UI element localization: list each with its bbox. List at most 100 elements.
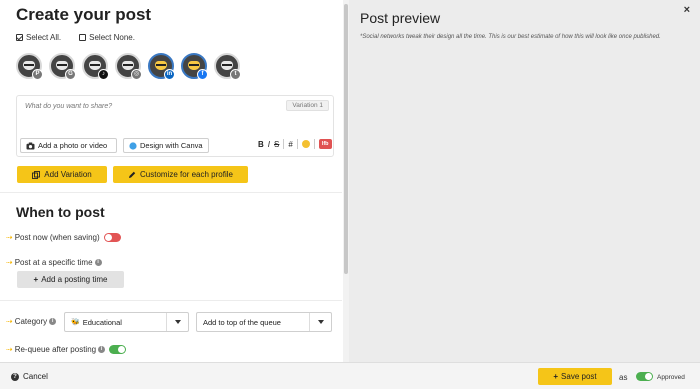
- lfb-button[interactable]: lfb: [318, 139, 332, 149]
- format-toolbar: B I S # lfb: [258, 139, 332, 149]
- page-title: Create your post: [16, 5, 152, 24]
- arrow-icon: ⇢: [6, 233, 13, 242]
- profile-avatar-6[interactable]: f: [181, 53, 208, 80]
- select-all-button[interactable]: Select All.: [16, 33, 61, 42]
- add-photo-button[interactable]: Add a photo or video: [20, 138, 117, 153]
- requeue-option: ⇢ Re-queue after posting i: [6, 345, 127, 354]
- profile-avatar-1[interactable]: P: [16, 53, 43, 80]
- cancel-button[interactable]: ? Cancel: [11, 372, 48, 381]
- section-divider: [0, 300, 342, 301]
- add-photo-label: Add a photo or video: [38, 141, 108, 150]
- preview-title: Post preview: [360, 10, 441, 26]
- info-icon[interactable]: i: [49, 318, 57, 325]
- profile-avatar-3[interactable]: ♪: [82, 53, 109, 80]
- preview-panel: Post preview *Social networks tweak thei…: [349, 0, 700, 362]
- avatar-glasses: [156, 64, 166, 66]
- section-divider: [0, 192, 342, 193]
- select-none-button[interactable]: Select None.: [79, 33, 135, 42]
- profile-avatar-2[interactable]: G: [49, 53, 76, 80]
- avatar-glasses: [222, 64, 232, 66]
- specific-time-option: ⇢ Post at a specific time i: [6, 258, 102, 267]
- cancel-label: Cancel: [23, 372, 48, 381]
- strikethrough-button[interactable]: S: [274, 140, 279, 149]
- arrow-icon: ⇢: [6, 345, 13, 354]
- requeue-toggle[interactable]: [109, 345, 127, 354]
- avatar-glasses: [24, 64, 34, 66]
- customize-label: Customize for each profile: [140, 170, 233, 179]
- avatar-glasses: [57, 64, 67, 66]
- avatar-glasses: [189, 64, 199, 66]
- instagram-icon: ◎: [131, 69, 142, 80]
- save-label: Save post: [561, 372, 597, 381]
- plus-icon: +: [33, 275, 39, 284]
- category-label: Category: [14, 317, 48, 326]
- when-to-post-heading: When to post: [16, 204, 105, 220]
- category-option: ⇢ Category i: [6, 317, 57, 326]
- plus-icon: +: [553, 372, 559, 381]
- select-none-label: Select None.: [89, 33, 135, 42]
- category-select[interactable]: 🐝 Educational: [64, 312, 189, 332]
- footer-bar: ? Cancel + Save post as Approved: [0, 362, 700, 389]
- toggle-knob: [104, 234, 112, 241]
- save-post-button[interactable]: + Save post: [538, 368, 612, 385]
- tiktok-icon: ♪: [98, 69, 109, 80]
- avatar-glasses: [90, 64, 100, 66]
- facebook-icon: f: [197, 69, 208, 80]
- emoji-icon[interactable]: [301, 140, 310, 148]
- chevron-down-icon: [309, 313, 331, 331]
- toggle-knob: [645, 373, 652, 380]
- chevron-down-icon: [166, 313, 188, 331]
- arrow-icon: ⇢: [6, 258, 13, 267]
- post-composer[interactable]: What do you want to share? Variation 1 A…: [16, 95, 334, 157]
- close-icon[interactable]: ×: [684, 4, 690, 16]
- arrow-icon: ⇢: [6, 317, 13, 326]
- hashtag-button[interactable]: #: [288, 140, 292, 149]
- toolbar-divider: [296, 139, 298, 149]
- profile-select-row: Select All. Select None.: [16, 33, 135, 42]
- linkedin-icon: in: [164, 69, 175, 80]
- preview-note: *Social networks tweak their design all …: [360, 34, 661, 40]
- post-now-label: Post now (when saving): [14, 233, 100, 242]
- post-now-toggle[interactable]: [103, 233, 121, 242]
- customize-profiles-button[interactable]: Customize for each profile: [113, 166, 248, 183]
- profile-avatar-5[interactable]: in: [148, 53, 175, 80]
- scrollbar-thumb[interactable]: [344, 4, 348, 274]
- specific-time-label: Post at a specific time: [14, 258, 93, 267]
- add-posting-time-button[interactable]: + Add a posting time: [17, 271, 124, 288]
- italic-button[interactable]: I: [268, 140, 270, 149]
- pinterest-icon: P: [32, 69, 43, 80]
- gmb-icon: G: [65, 69, 76, 80]
- toggle-knob: [118, 346, 126, 353]
- twitter-icon: t: [230, 69, 241, 80]
- composer-panel: Create your post Select All. Select None…: [0, 0, 342, 362]
- camera-icon: [26, 142, 35, 149]
- bee-icon: 🐝: [71, 319, 80, 326]
- post-text-input[interactable]: What do you want to share?: [25, 103, 112, 110]
- toolbar-divider: [313, 139, 315, 149]
- profile-avatar-4[interactable]: ◎: [115, 53, 142, 80]
- info-icon[interactable]: i: [94, 259, 102, 266]
- design-with-canva-button[interactable]: Design with Canva: [123, 138, 209, 153]
- avatar-glasses: [123, 64, 133, 66]
- select-all-label: Select All.: [26, 33, 62, 42]
- status-label: Approved: [657, 374, 685, 381]
- copy-icon: [32, 170, 41, 179]
- canva-label: Design with Canva: [140, 141, 203, 150]
- toolbar-divider: [283, 139, 285, 149]
- add-variation-button[interactable]: Add Variation: [17, 166, 107, 183]
- profile-avatar-7[interactable]: t: [214, 53, 241, 80]
- bold-button[interactable]: B: [258, 140, 264, 149]
- canva-icon: [129, 141, 137, 150]
- approved-toggle[interactable]: [636, 372, 653, 381]
- checkbox-empty-icon: [79, 34, 87, 41]
- profile-avatar-list: P G ♪ ◎ in f t: [16, 53, 241, 80]
- requeue-label: Re-queue after posting: [14, 345, 97, 354]
- info-icon[interactable]: i: [98, 346, 106, 353]
- queue-position-select[interactable]: Add to top of the queue: [196, 312, 332, 332]
- as-label: as: [619, 373, 628, 382]
- help-icon: ?: [11, 372, 19, 381]
- variation-badge: Variation 1: [286, 100, 329, 111]
- checkbox-checked-icon: [16, 34, 23, 41]
- add-variation-label: Add Variation: [44, 170, 92, 179]
- pencil-icon: [129, 171, 136, 178]
